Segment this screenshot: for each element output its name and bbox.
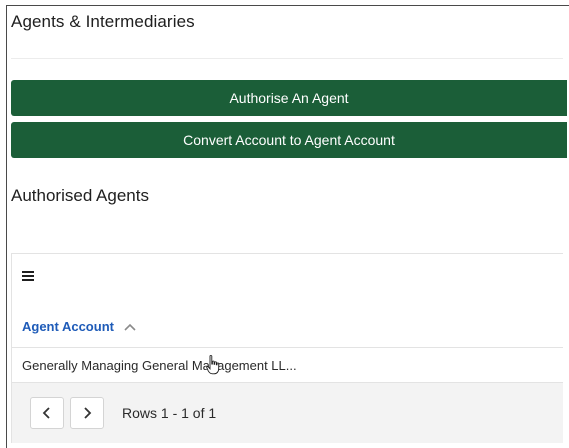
chevron-left-icon bbox=[42, 407, 50, 419]
authorised-agents-grid: Agent Account Generally Managing General… bbox=[11, 253, 563, 443]
chevron-right-icon bbox=[84, 407, 92, 419]
previous-page-button[interactable] bbox=[30, 397, 64, 429]
hamburger-menu-icon[interactable] bbox=[22, 271, 34, 282]
column-header-label: Agent Account bbox=[22, 319, 114, 334]
next-page-button[interactable] bbox=[70, 397, 104, 429]
column-header-agent-account[interactable]: Agent Account bbox=[12, 306, 563, 348]
table-row[interactable]: Generally Managing General Management LL… bbox=[12, 348, 563, 383]
pagination-bar: Rows 1 - 1 of 1 bbox=[12, 383, 563, 443]
authorise-agent-button[interactable]: Authorise An Agent bbox=[11, 80, 567, 116]
page-title: Agents & Intermediaries bbox=[11, 12, 195, 31]
convert-account-button[interactable]: Convert Account to Agent Account bbox=[11, 122, 567, 158]
chevron-up-icon[interactable] bbox=[124, 323, 136, 331]
agent-account-cell: Generally Managing General Management LL… bbox=[22, 357, 297, 373]
title-divider bbox=[11, 58, 563, 59]
authorised-agents-title: Authorised Agents bbox=[11, 186, 149, 205]
rows-count-text: Rows 1 - 1 of 1 bbox=[122, 405, 217, 421]
